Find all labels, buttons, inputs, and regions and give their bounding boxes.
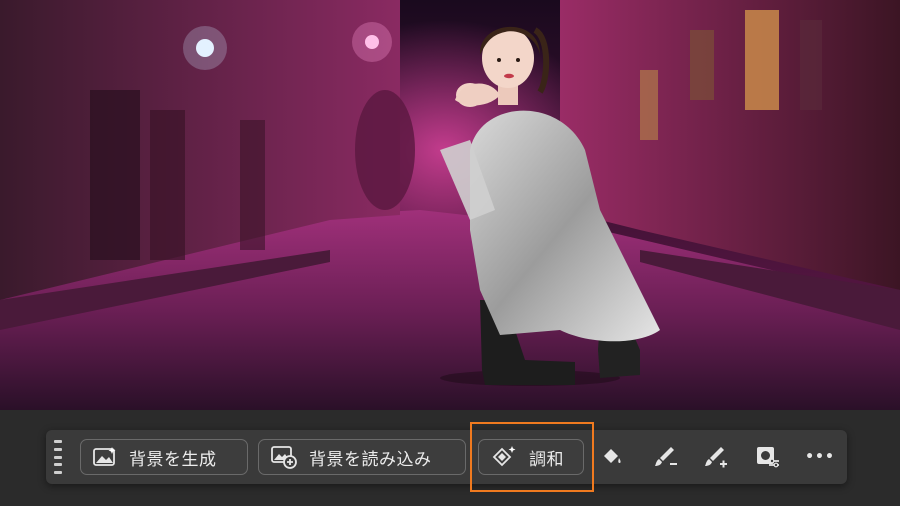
generate-image-icon [93, 447, 116, 466]
alley-scene-image [0, 0, 900, 410]
more-options-icon[interactable]: ••• [802, 439, 838, 475]
add-image-icon [271, 446, 297, 469]
subtract-brush-button[interactable] [648, 439, 684, 475]
harmonize-icon [492, 446, 516, 467]
load-background-label: 背景を読み込み [309, 449, 432, 470]
generate-background-label: 背景を生成 [129, 449, 217, 470]
harmonize-label: 調和 [529, 449, 564, 470]
contextual-taskbar: 背景を生成 背景を読み込み 調和 ••• [46, 430, 847, 484]
paint-bucket-icon [604, 449, 621, 463]
generate-background-button[interactable]: 背景を生成 [80, 439, 248, 475]
mask-settings-icon [757, 447, 779, 468]
brush-plus-icon [705, 447, 727, 468]
harmonize-button[interactable]: 調和 [478, 439, 584, 475]
fill-bucket-button[interactable] [594, 439, 630, 475]
brush-minus-icon [655, 447, 677, 466]
image-canvas[interactable] [0, 0, 900, 410]
add-brush-button[interactable] [698, 439, 734, 475]
drag-handle-icon[interactable] [54, 440, 62, 474]
mask-settings-button[interactable] [750, 439, 786, 475]
load-background-button[interactable]: 背景を読み込み [258, 439, 466, 475]
